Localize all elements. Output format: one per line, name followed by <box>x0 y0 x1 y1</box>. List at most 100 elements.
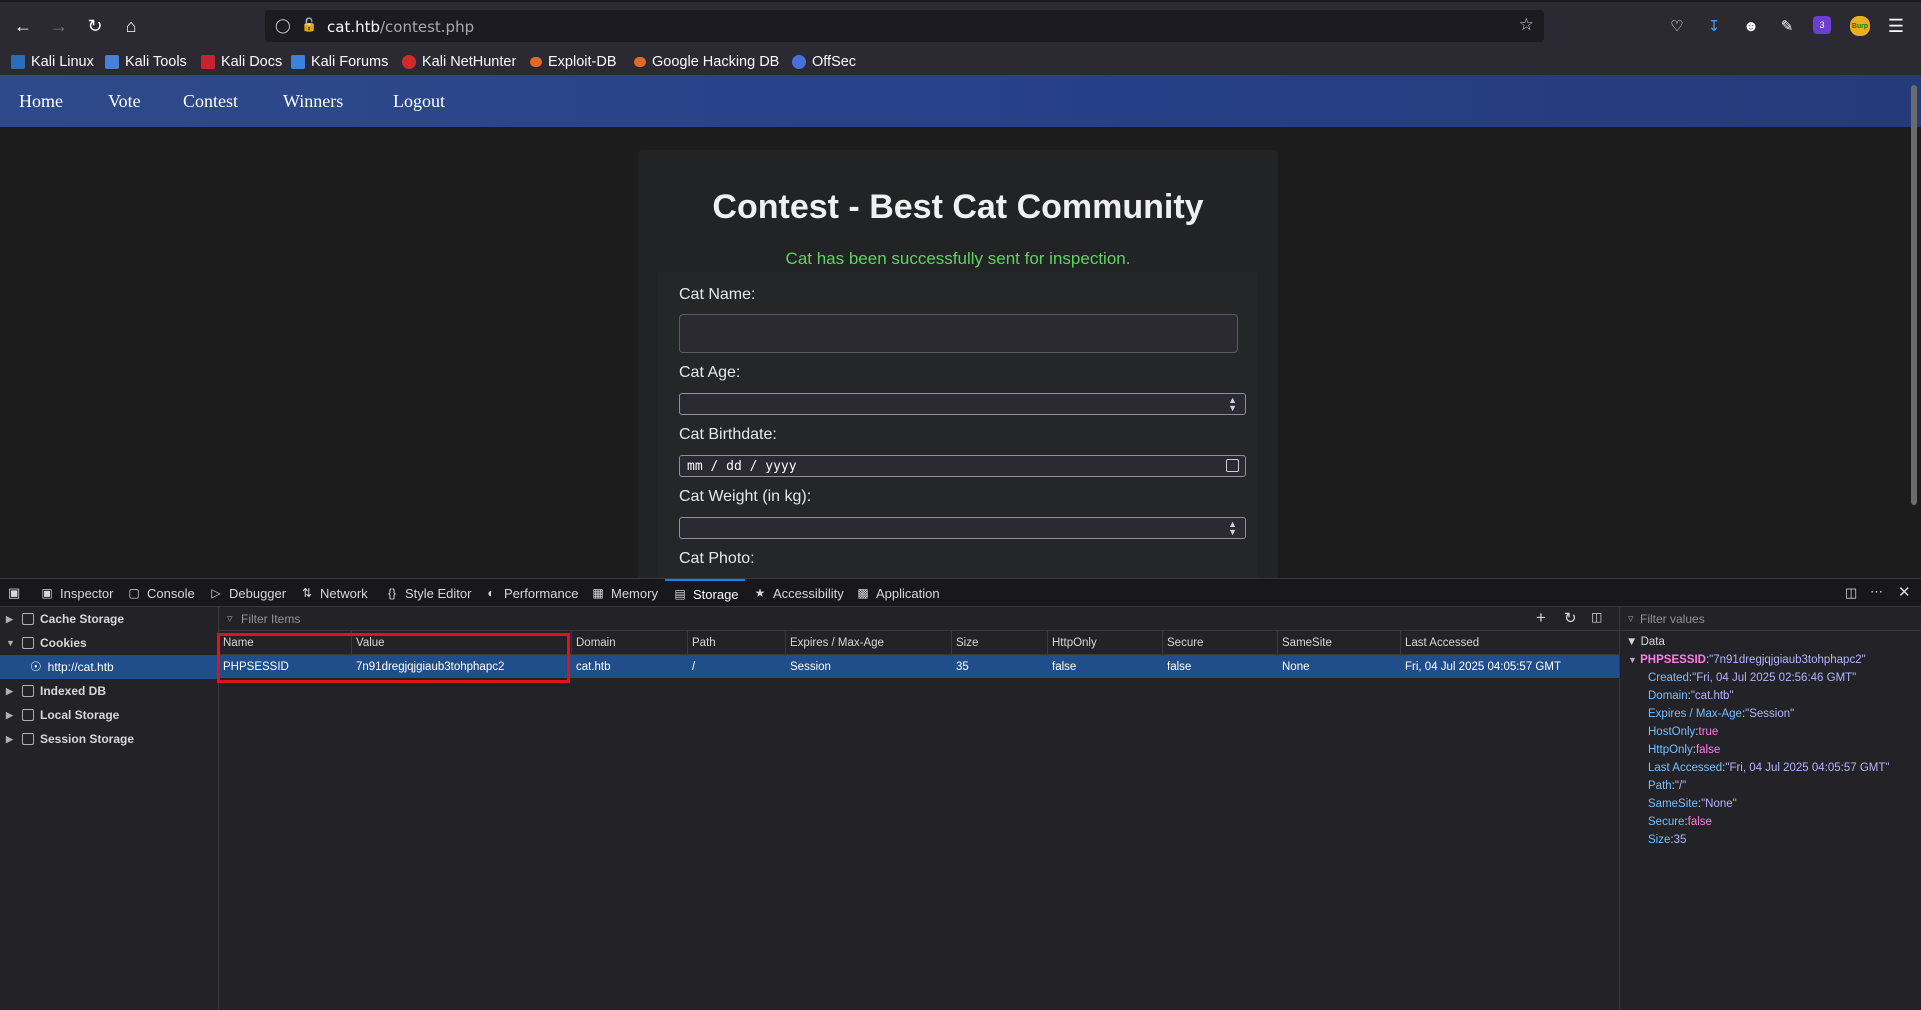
tab-application[interactable]: ▩ Application <box>856 579 939 607</box>
cell-domain[interactable]: cat.htb <box>572 655 611 678</box>
cell-samesite[interactable]: None <box>1278 655 1310 678</box>
cell-expires[interactable]: Session <box>786 655 831 678</box>
pocket-icon[interactable]: ♡ <box>1667 16 1687 36</box>
cell-httponly[interactable]: false <box>1048 655 1076 678</box>
expand-arrow-icon[interactable]: ▶ <box>6 710 16 721</box>
dock-side-icon[interactable]: ◫ <box>1845 585 1857 601</box>
bookmark-kali-linux[interactable]: Kali Linux <box>11 52 94 72</box>
tab-inspector[interactable]: ▣ Inspector <box>40 579 113 607</box>
expand-arrow-icon[interactable]: ▶ <box>6 734 16 745</box>
data-entry[interactable]: Domain:"cat.htb" <box>1648 690 1734 702</box>
tab-accessibility[interactable]: ★ Accessibility <box>753 579 844 607</box>
sidebar-item-session-storage[interactable]: ▶ Session Storage <box>0 727 219 751</box>
data-entry-value: "/" <box>1674 780 1687 792</box>
back-icon[interactable]: ← <box>11 14 35 38</box>
add-item-icon[interactable]: + <box>1536 608 1546 628</box>
data-entry[interactable]: SameSite:"None" <box>1648 798 1737 810</box>
bookmark-kali-tools[interactable]: Kali Tools <box>105 52 187 72</box>
bookmark-google-hacking-db[interactable]: Google Hacking DB <box>634 52 779 72</box>
extensions-icon[interactable]: ✎ <box>1777 16 1797 36</box>
data-entry[interactable]: Secure:false <box>1648 816 1712 828</box>
data-entry-value: true <box>1698 726 1719 738</box>
tab-storage[interactable]: ▤ Storage <box>665 579 745 607</box>
expand-arrow-icon[interactable]: ▶ <box>6 614 16 625</box>
nav-winners-link[interactable]: Winners <box>283 91 343 112</box>
cat-age-input[interactable]: ▲ ▼ <box>679 393 1246 415</box>
column-header-size[interactable]: Size <box>952 631 1048 655</box>
nav-home-link[interactable]: Home <box>19 91 63 112</box>
bookmark-kali-docs[interactable]: Kali Docs <box>201 52 282 72</box>
page-scrollbar[interactable] <box>1911 85 1917 505</box>
reload-icon[interactable]: ↻ <box>83 14 107 38</box>
column-header-samesite[interactable]: SameSite <box>1278 631 1401 655</box>
number-spinner-icon[interactable]: ▲ ▼ <box>1228 520 1237 537</box>
data-entry[interactable]: Path:"/" <box>1648 780 1686 792</box>
url-host: cat.htb <box>327 18 380 36</box>
date-placeholder: mm / dd / yyyy <box>687 459 797 474</box>
menu-icon[interactable]: ☰ <box>1886 16 1906 36</box>
sidebar-item-label: Cache Storage <box>40 612 125 626</box>
sidebar-item-local-storage[interactable]: ▶ Local Storage <box>0 703 219 727</box>
bookmark-exploit-db[interactable]: Exploit-DB <box>530 52 617 72</box>
globe-icon: ☉ <box>30 659 42 674</box>
sidebar-item-cat-htb[interactable]: ☉ http://cat.htb <box>0 655 219 679</box>
toggle-sidebar-icon[interactable]: ◫ <box>1591 610 1602 624</box>
data-entry-value: "Session" <box>1745 708 1795 720</box>
element-picker-icon[interactable]: ▣ <box>8 585 20 601</box>
close-devtools-icon[interactable]: ✕ <box>1898 583 1911 601</box>
data-entry-value: false <box>1695 744 1721 756</box>
column-header-domain[interactable]: Domain <box>572 631 688 655</box>
data-entry[interactable]: Expires / Max-Age:"Session" <box>1648 708 1794 720</box>
data-root-entry[interactable]: ▼ PHPSESSID:"7n91dregjqjgiaub3tohphapc2" <box>1628 654 1866 666</box>
downloads-icon[interactable]: ↧ <box>1704 16 1724 36</box>
forward-icon[interactable]: → <box>47 14 71 38</box>
cat-name-input[interactable] <box>679 314 1238 353</box>
home-icon[interactable]: ⌂ <box>119 14 143 38</box>
data-entry[interactable]: Created:"Fri, 04 Jul 2025 02:56:46 GMT" <box>1648 672 1856 684</box>
expand-arrow-icon[interactable]: ▶ <box>6 686 16 697</box>
cell-last-accessed[interactable]: Fri, 04 Jul 2025 04:05:57 GMT <box>1401 655 1561 678</box>
cat-weight-input[interactable]: ▲ ▼ <box>679 517 1246 539</box>
column-header-path[interactable]: Path <box>688 631 786 655</box>
tab-network[interactable]: ⇅ Network <box>300 579 368 607</box>
refresh-icon[interactable]: ↻ <box>1564 609 1577 627</box>
url-bar[interactable]: ◯ 🔓 cat.htb/contest.php ☆ <box>265 10 1544 42</box>
column-header-secure[interactable]: Secure <box>1163 631 1278 655</box>
tab-memory[interactable]: ▦ Memory <box>591 579 658 607</box>
cell-size[interactable]: 35 <box>952 655 969 678</box>
nav-vote-link[interactable]: Vote <box>108 91 141 112</box>
data-entry[interactable]: HostOnly:true <box>1648 726 1718 738</box>
number-spinner-icon[interactable]: ▲ ▼ <box>1228 396 1237 413</box>
sidebar-item-cache-storage[interactable]: ▶ Cache Storage <box>0 607 219 631</box>
cat-birthdate-input[interactable]: mm / dd / yyyy <box>679 455 1246 477</box>
tab-performance[interactable]: ◐ Performance <box>484 579 578 607</box>
bookmark-kali-nethunter[interactable]: Kali NetHunter <box>402 52 516 72</box>
data-section-header[interactable]: ▼ Data <box>1626 636 1665 648</box>
tab-debugger[interactable]: ▷ Debugger <box>209 579 286 607</box>
data-entry[interactable]: Size:35 <box>1648 834 1686 846</box>
cell-secure[interactable]: false <box>1163 655 1191 678</box>
tab-console[interactable]: ▢ Console <box>127 579 194 607</box>
account-icon[interactable]: ☻ <box>1741 16 1761 36</box>
calendar-icon[interactable] <box>1226 459 1239 472</box>
sidebar-item-indexed-db[interactable]: ▶ Indexed DB <box>0 679 219 703</box>
column-header-last-accessed[interactable]: Last Accessed <box>1401 631 1619 655</box>
sidebar-item-cookies[interactable]: ▼ Cookies <box>0 631 219 655</box>
filter-values-input[interactable]: Filter values <box>1640 612 1705 626</box>
nav-contest-link[interactable]: Contest <box>183 91 238 112</box>
bookmark-kali-forums[interactable]: Kali Forums <box>291 52 388 72</box>
collapse-arrow-icon[interactable]: ▼ <box>6 638 16 648</box>
nav-logout-link[interactable]: Logout <box>393 91 445 112</box>
data-entry[interactable]: HttpOnly:false <box>1648 744 1720 756</box>
extension-badge-icon[interactable]: 3 <box>1813 16 1831 34</box>
data-entry[interactable]: Last Accessed:"Fri, 04 Jul 2025 04:05:57… <box>1648 762 1890 774</box>
tab-style-editor[interactable]: {} Style Editor <box>385 579 472 607</box>
cell-path[interactable]: / <box>688 655 695 678</box>
column-header-expires[interactable]: Expires / Max-Age <box>786 631 952 655</box>
bookmark-offsec[interactable]: OffSec <box>792 52 856 72</box>
filter-items-input[interactable]: Filter Items <box>241 612 300 626</box>
burp-icon[interactable]: Burp <box>1850 16 1870 36</box>
bookmark-star-icon[interactable]: ☆ <box>1519 15 1534 35</box>
more-options-icon[interactable]: ⋯ <box>1870 584 1883 600</box>
column-header-httponly[interactable]: HttpOnly <box>1048 631 1163 655</box>
